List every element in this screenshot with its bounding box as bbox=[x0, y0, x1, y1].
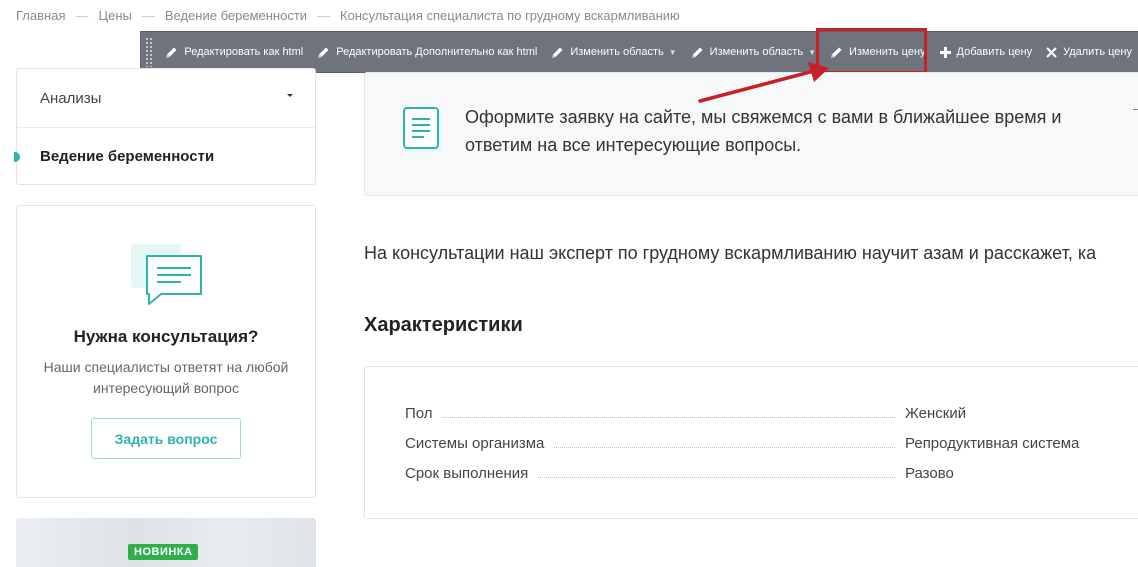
breadcrumb-separator: — bbox=[75, 8, 89, 23]
notice-text: Оформите заявку на сайте, мы свяжемся с … bbox=[465, 107, 1062, 155]
intro-text: На консультации наш эксперт по грудному … bbox=[364, 243, 1097, 263]
document-icon bbox=[403, 107, 441, 151]
pencil-icon bbox=[552, 47, 563, 58]
characteristic-row: Пол Женский bbox=[405, 402, 1105, 422]
characteristic-key: Пол bbox=[405, 405, 433, 422]
new-badge: НОВИНКА bbox=[128, 544, 199, 560]
characteristic-value: Разово bbox=[905, 465, 954, 482]
breadcrumb-pregnancy[interactable]: Ведение беременности bbox=[165, 8, 307, 23]
promo-card[interactable]: НОВИНКА bbox=[16, 518, 316, 567]
plus-icon bbox=[939, 46, 951, 58]
breadcrumb-separator: — bbox=[141, 8, 155, 23]
toolbar-label: Изменить область bbox=[570, 46, 664, 58]
edit-extra-as-html-button[interactable]: Редактировать Дополнительно как html bbox=[310, 32, 544, 72]
leader-dots bbox=[538, 477, 895, 478]
characteristic-row: Срок выполнения Разово bbox=[405, 462, 1105, 482]
sidebar-menu: Анализы Ведение беременности bbox=[14, 68, 316, 185]
breadcrumb: Главная — Цены — Ведение беременности — Консул… bbox=[16, 8, 680, 23]
delete-price-button[interactable]: Удалить цену bbox=[1039, 32, 1138, 72]
characteristics-heading: Характеристики bbox=[364, 314, 523, 336]
sidebar-item-label: Ведение беременности bbox=[40, 148, 215, 165]
characteristic-key: Срок выполнения bbox=[405, 465, 529, 482]
pencil-icon bbox=[318, 47, 329, 58]
edit-area-button-1[interactable]: Изменить область ▼ bbox=[544, 32, 683, 72]
characteristic-value: Репродуктивная система bbox=[905, 435, 1080, 452]
characteristic-value: Женский bbox=[905, 405, 967, 422]
drag-handle[interactable] bbox=[145, 37, 153, 67]
consultation-subtitle: Наши специалисты ответят на любой интере… bbox=[43, 359, 289, 396]
toolbar-label: Добавить цену bbox=[956, 46, 1033, 58]
add-price-button[interactable]: Добавить цену bbox=[933, 32, 1040, 72]
characteristic-key: Системы организма bbox=[405, 435, 545, 452]
sidebar-item-pregnancy[interactable]: Ведение беременности bbox=[14, 127, 315, 185]
toolbar-label: Редактировать Дополнительно как html bbox=[336, 46, 538, 58]
leader-dots bbox=[442, 417, 895, 418]
chevron-down-icon[interactable] bbox=[287, 94, 293, 97]
breadcrumb-separator: — bbox=[317, 8, 331, 23]
toolbar-label: Изменить цену bbox=[848, 46, 926, 58]
admin-toolbar: Редактировать как html Редактировать Доп… bbox=[140, 31, 1138, 73]
consultation-card: Нужна консультация? Наши специалисты отв… bbox=[16, 205, 316, 498]
leader-dots bbox=[554, 447, 895, 448]
sidebar-item-label: Анализы bbox=[40, 89, 102, 107]
close-icon[interactable] bbox=[1133, 109, 1138, 110]
chevron-down-icon[interactable]: ▼ bbox=[669, 48, 677, 57]
close-icon bbox=[1046, 46, 1057, 58]
characteristics-table: Пол Женский Системы организма Репродукти… bbox=[364, 366, 1138, 519]
edit-as-html-button[interactable]: Редактировать как html bbox=[158, 32, 310, 72]
breadcrumb-current: Консультация специалиста по грудному вск… bbox=[340, 8, 680, 23]
characteristic-row: Системы организма Репродуктивная система bbox=[405, 432, 1105, 452]
breadcrumb-prices[interactable]: Цены bbox=[98, 8, 131, 23]
toolbar-label: Удалить цену bbox=[1063, 46, 1132, 58]
breadcrumb-home[interactable]: Главная bbox=[16, 8, 65, 23]
active-indicator bbox=[14, 152, 20, 162]
consultation-title: Нужна консультация? bbox=[73, 327, 259, 346]
annotation-arrow bbox=[698, 62, 829, 103]
chat-icon bbox=[131, 244, 202, 305]
toolbar-label: Редактировать как html bbox=[184, 46, 304, 58]
ask-question-button[interactable]: Задать вопрос bbox=[91, 418, 241, 459]
sidebar-item-analyses[interactable]: Анализы bbox=[17, 69, 315, 127]
pencil-icon bbox=[166, 47, 177, 58]
